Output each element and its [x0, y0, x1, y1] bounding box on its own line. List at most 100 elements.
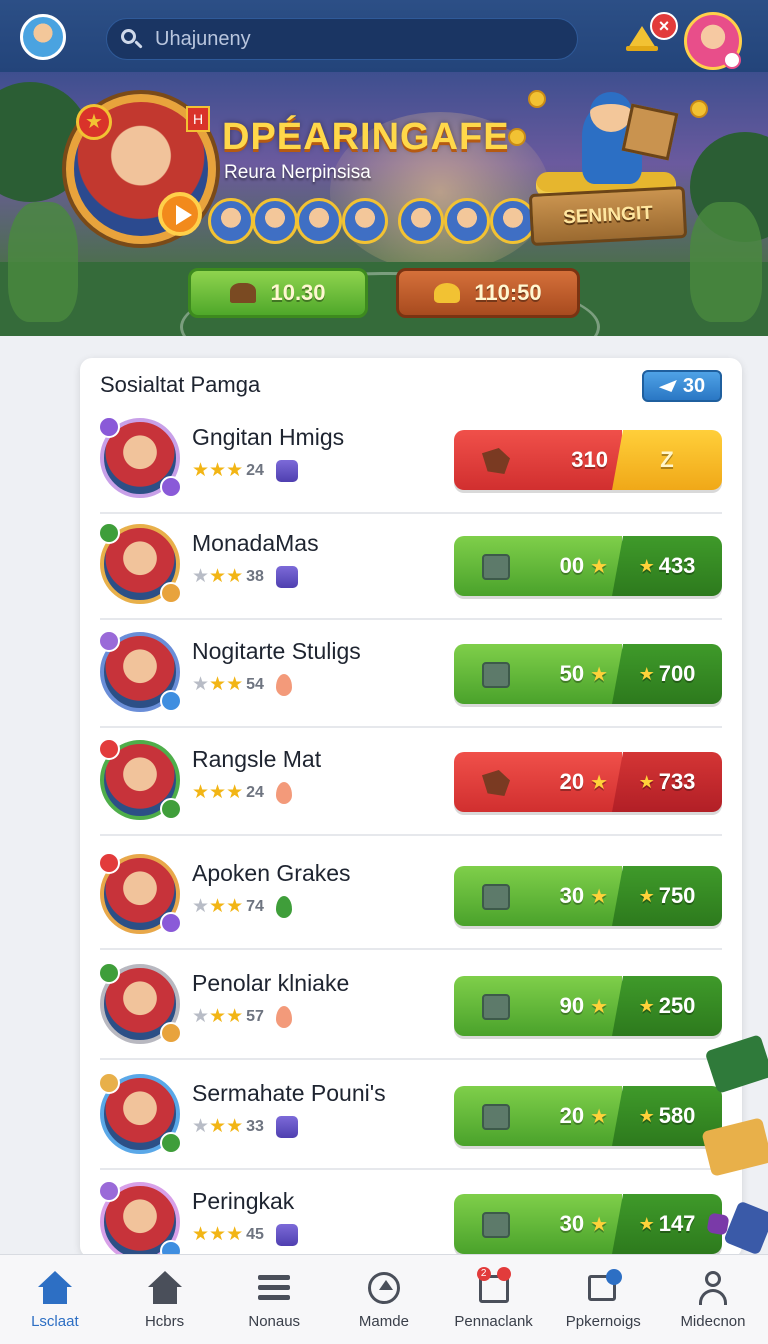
- score-button[interactable]: 310 Z: [454, 430, 722, 490]
- acorn-icon: [482, 770, 510, 796]
- score-right-value: 733: [658, 769, 696, 794]
- play-button[interactable]: [158, 192, 202, 236]
- score-button[interactable]: 50 ★ ★ 700: [454, 644, 722, 704]
- score-button[interactable]: 30 ★ ★ 750: [454, 866, 722, 926]
- nav-item-hcbrs[interactable]: Hcbrs: [110, 1255, 220, 1344]
- list-item[interactable]: Gngitan Hmigs ★ ★ ★ 24 310 Z: [98, 406, 722, 514]
- friend-avatar[interactable]: [398, 198, 444, 244]
- close-notification-icon[interactable]: ×: [650, 12, 678, 40]
- list-item[interactable]: Nogitarte Stuligs ★ ★ ★ 54 50 ★ ★ 700: [98, 620, 722, 728]
- score-left-value: 30: [559, 1211, 585, 1236]
- player-name: Sermahate Pouni's: [192, 1080, 386, 1106]
- count-badge[interactable]: 30: [642, 370, 722, 402]
- score-right: ★ 433: [612, 536, 722, 596]
- search-bar[interactable]: Uhajuneny: [106, 18, 578, 60]
- nav-item-nonaus[interactable]: Nonaus: [219, 1255, 329, 1344]
- star-icon: ★: [590, 995, 608, 1018]
- score-right-value: Z: [660, 447, 674, 472]
- player-name: Apoken Grakes: [192, 860, 351, 886]
- home-icon: [36, 1269, 74, 1307]
- player-avatar[interactable]: [98, 1180, 182, 1258]
- nav-item-ppkernoigs[interactable]: Ppkernoigs: [548, 1255, 658, 1344]
- score-left: 00 ★: [454, 536, 622, 596]
- score-left: 310: [454, 430, 622, 490]
- class-badge-icon: [160, 912, 182, 934]
- nav-item-midecnon[interactable]: Midecnon: [658, 1255, 768, 1344]
- star-icon: ★: [638, 1105, 655, 1126]
- search-input[interactable]: Uhajuneny: [155, 28, 251, 51]
- star-icon: ★: [209, 782, 227, 803]
- player-rating: ★ ★ ★ 38: [192, 566, 298, 588]
- star-icon: ★: [209, 896, 227, 917]
- star-icon: ★: [192, 1006, 210, 1027]
- top-bar: Uhajuneny ×: [0, 0, 768, 72]
- item-box-icon: [275, 566, 298, 588]
- user-avatar[interactable]: [20, 14, 66, 60]
- trash-can-icon: [482, 554, 510, 580]
- rating-value: 33: [246, 1118, 264, 1135]
- score-button[interactable]: 00 ★ ★ 433: [454, 536, 722, 596]
- nav-item-mamde[interactable]: Mamde: [329, 1255, 439, 1344]
- list-item[interactable]: Apoken Grakes ★ ★ ★ 74 30 ★ ★ 750: [98, 842, 722, 950]
- banner-title: DPÉARINGAFE: [222, 116, 510, 158]
- star-icon: ★: [590, 1213, 608, 1236]
- score-left-value: 90: [559, 993, 585, 1018]
- nav-label: Lsclaat: [31, 1313, 79, 1330]
- rating-value: 24: [246, 784, 264, 801]
- profile-avatar[interactable]: [684, 12, 742, 70]
- player-name: Nogitarte Stuligs: [192, 638, 361, 664]
- player-avatar[interactable]: [98, 630, 182, 712]
- trash-can-icon: [482, 1104, 510, 1130]
- score-button[interactable]: 20 ★ ★ 580: [454, 1086, 722, 1146]
- score-right: Z: [612, 430, 722, 490]
- rank-badge-icon: [98, 630, 120, 652]
- score-button[interactable]: 30 ★ ★ 147: [454, 1194, 722, 1254]
- player-avatar[interactable]: [98, 738, 182, 820]
- player-avatar[interactable]: [98, 522, 182, 604]
- score-left-value: 50: [559, 661, 585, 686]
- reward-crate[interactable]: SENINGIT: [528, 185, 688, 247]
- player-avatar[interactable]: [98, 1072, 182, 1154]
- event-banner[interactable]: ★ H DPÉARINGAFE Reura Nerpinsisa SENINGI…: [0, 72, 768, 336]
- friend-avatar[interactable]: [444, 198, 490, 244]
- home-icon: [146, 1269, 184, 1307]
- star-icon: ★: [192, 1116, 210, 1137]
- rank-badge-icon: [98, 738, 120, 760]
- list-item[interactable]: Rangsle Mat ★ ★ ★ 24 20 ★ ★ 733: [98, 728, 722, 836]
- rating-value: 57: [246, 1008, 264, 1025]
- score-button[interactable]: 90 ★ ★ 250: [454, 976, 722, 1036]
- star-icon: ★: [638, 1213, 655, 1234]
- star-icon: ★: [590, 885, 608, 908]
- banner-subtitle: Reura Nerpinsisa: [224, 162, 371, 183]
- nav-label: Midecnon: [680, 1313, 746, 1330]
- star-icon: ★: [226, 1224, 244, 1245]
- score-right-value: 580: [658, 1103, 696, 1128]
- player-name: Peringkak: [192, 1188, 295, 1214]
- upload-circle-icon: [365, 1269, 403, 1307]
- nav-label: Nonaus: [248, 1313, 301, 1330]
- player-avatar[interactable]: [98, 852, 182, 934]
- friend-avatar[interactable]: [252, 198, 298, 244]
- list-item[interactable]: Penolar klniake ★ ★ ★ 57 90 ★ ★ 250: [98, 952, 722, 1060]
- nav-item-lsclaat[interactable]: Lsclaat: [0, 1255, 110, 1344]
- player-avatar[interactable]: [98, 962, 182, 1044]
- player-avatar[interactable]: [98, 416, 182, 498]
- reward-button-orange[interactable]: 110:50: [396, 268, 580, 318]
- star-icon: ★: [209, 1224, 227, 1245]
- class-badge-icon: [160, 582, 182, 604]
- trash-can-icon: [482, 994, 510, 1020]
- bird-icon: [658, 380, 677, 392]
- score-right-value: 750: [658, 883, 696, 908]
- list-item[interactable]: MonadaMas ★ ★ ★ 38 00 ★ ★ 433: [98, 512, 722, 620]
- friend-avatar[interactable]: [296, 198, 342, 244]
- reward-button-green[interactable]: 10.30: [188, 268, 368, 318]
- friend-avatar[interactable]: [208, 198, 254, 244]
- score-left: 30 ★: [454, 866, 622, 926]
- score-button[interactable]: 20 ★ ★ 733: [454, 752, 722, 812]
- list-item[interactable]: Sermahate Pouni's ★ ★ ★ 33 20 ★ ★ 580: [98, 1062, 722, 1170]
- card-title: Sosialtat Pamga: [100, 372, 261, 397]
- friend-avatar[interactable]: [342, 198, 388, 244]
- nav-item-pennaclank[interactable]: 2 Pennaclank: [439, 1255, 549, 1344]
- list-item[interactable]: Peringkak ★ ★ ★ 45 30 ★ ★ 147: [98, 1170, 722, 1258]
- search-icon: [115, 18, 155, 60]
